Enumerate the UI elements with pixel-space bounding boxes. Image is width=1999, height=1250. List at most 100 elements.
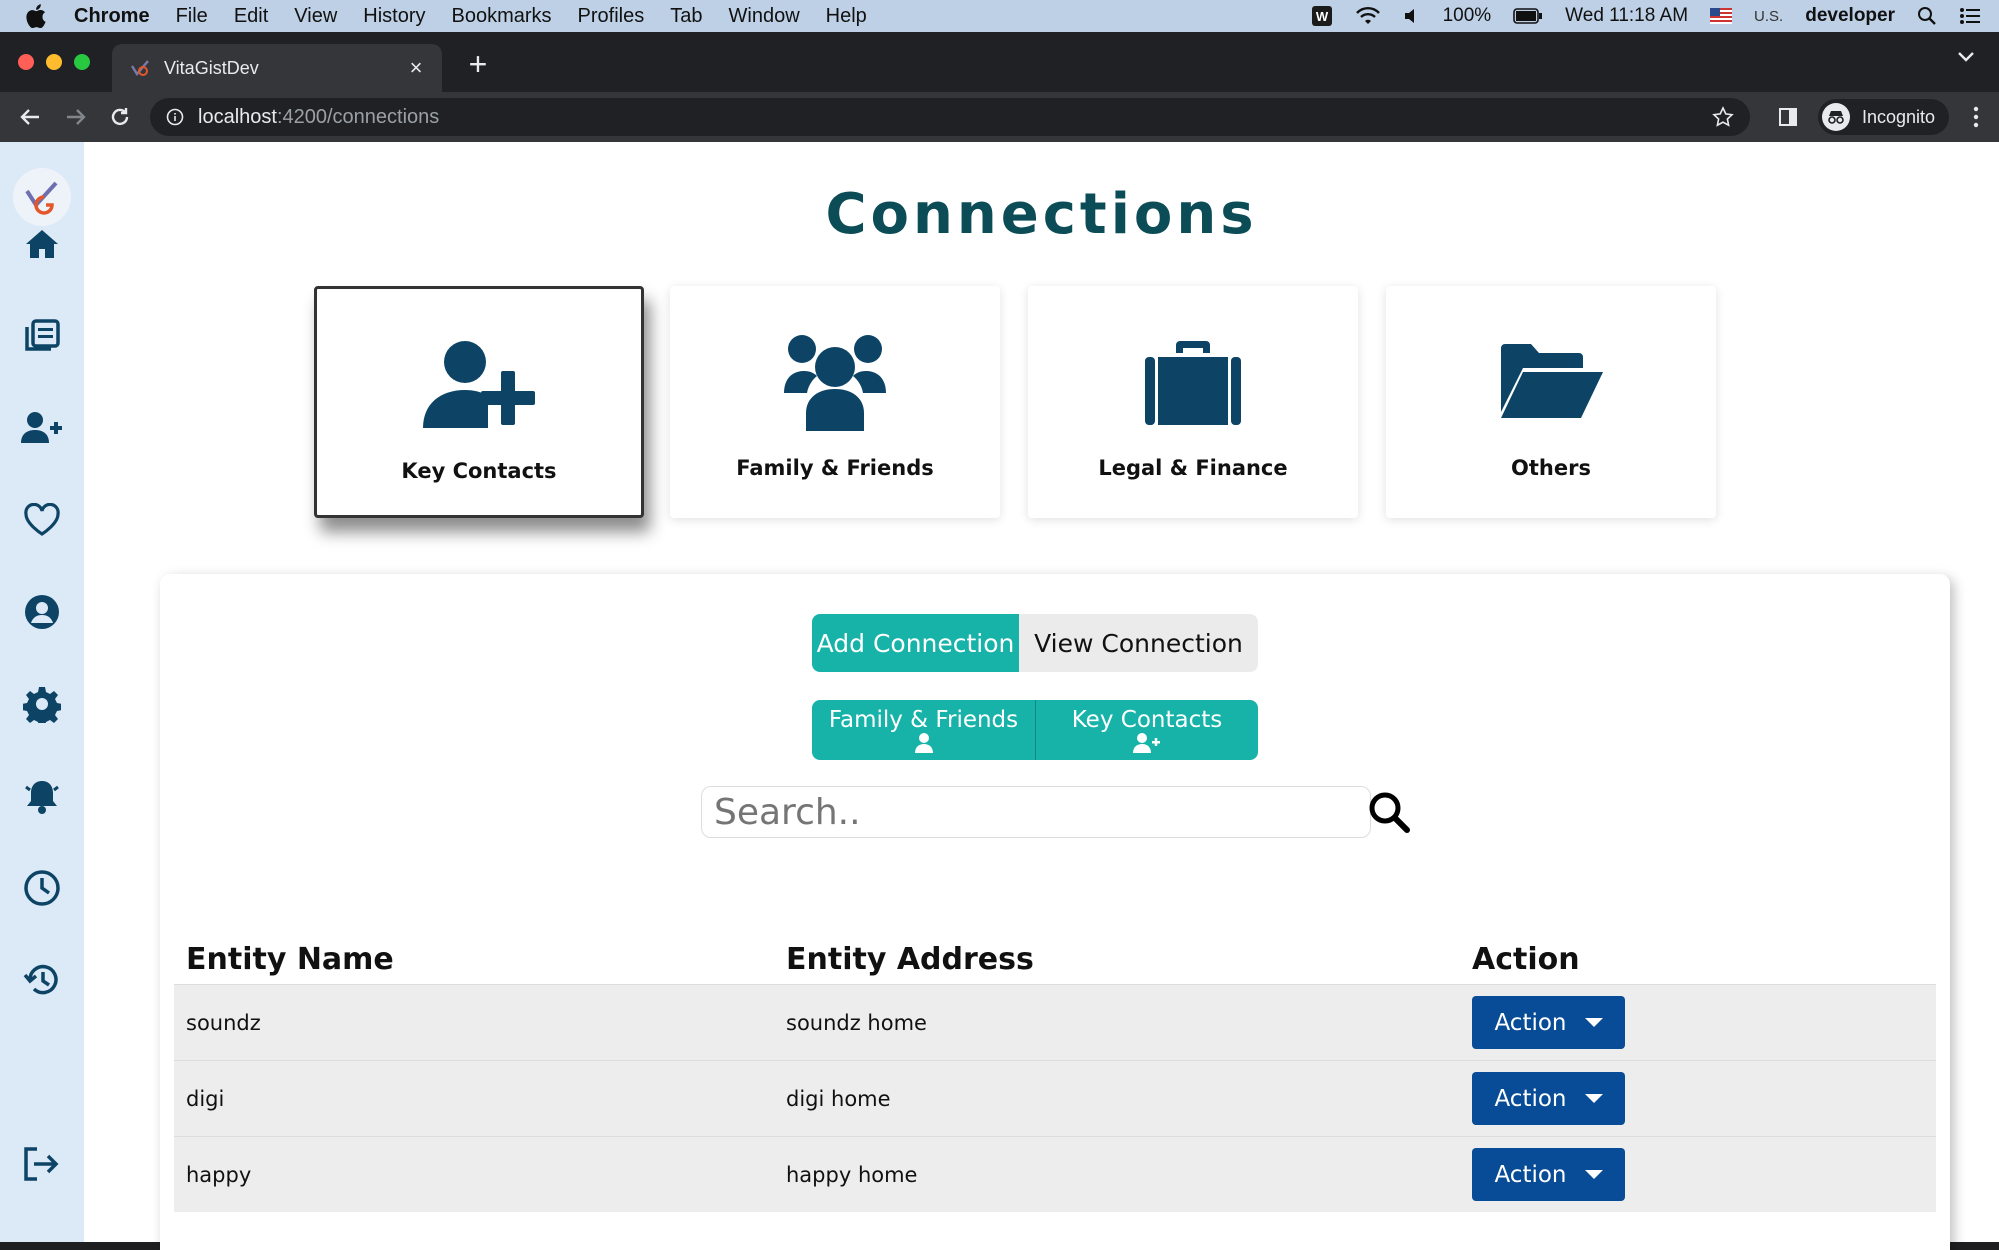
category-card-key-contacts[interactable]: Key Contacts	[314, 286, 644, 518]
category-card-legal-finance[interactable]: Legal & Finance	[1028, 286, 1358, 518]
apple-icon[interactable]	[26, 4, 56, 28]
action-label: Action	[1494, 1009, 1567, 1036]
logout-icon[interactable]	[20, 1142, 64, 1186]
window-close-button[interactable]	[18, 54, 34, 70]
user-circle-icon[interactable]	[20, 590, 64, 634]
caret-down-icon	[1584, 1094, 1603, 1103]
action-dropdown-button[interactable]: Action	[1472, 1072, 1625, 1125]
menu-window[interactable]: Window	[729, 5, 800, 28]
home-icon[interactable]	[20, 222, 64, 266]
bell-icon[interactable]	[20, 774, 64, 818]
incognito-icon	[1821, 103, 1850, 131]
header-action: Action	[1472, 941, 1580, 977]
battery-percent: 100%	[1442, 5, 1492, 26]
menu-view[interactable]: View	[294, 5, 337, 28]
entity-name-cell: happy	[186, 1162, 252, 1187]
action-cell: Action	[1460, 1148, 1936, 1201]
browser-tab[interactable]: VitaGistDev ×	[112, 44, 442, 92]
category-label: Legal & Finance	[1098, 456, 1288, 480]
flag-icon[interactable]	[1710, 8, 1733, 24]
volume-icon[interactable]	[1403, 7, 1421, 25]
forward-button[interactable]	[62, 103, 90, 131]
table-row: soundz soundz home Action	[174, 984, 1936, 1060]
history-icon[interactable]	[20, 958, 64, 1002]
clock-text[interactable]: Wed 11:18 AM	[1565, 5, 1688, 27]
tab-close-icon[interactable]: ×	[404, 55, 428, 80]
battery-icon[interactable]	[1513, 8, 1543, 24]
family-friends-button[interactable]: Family & Friends	[812, 700, 1035, 760]
favicon-icon	[130, 58, 150, 78]
action-dropdown-button[interactable]: Action	[1472, 996, 1625, 1049]
caret-down-icon	[1584, 1170, 1603, 1179]
category-label: Family & Friends	[736, 456, 934, 480]
add-connection-button[interactable]: Add Connection	[812, 614, 1019, 672]
window-minimize-button[interactable]	[46, 54, 62, 70]
gear-icon[interactable]	[20, 682, 64, 726]
search-input[interactable]	[701, 786, 1371, 838]
tab-search-chevron-icon[interactable]	[1957, 50, 1975, 68]
menu-edit[interactable]: Edit	[234, 5, 268, 28]
type-toggle: Family & Friends Key Contacts	[812, 700, 1258, 760]
menu-history[interactable]: History	[363, 5, 425, 28]
connections-panel: Add Connection View Connection Family & …	[160, 574, 1950, 1250]
menu-app-name[interactable]: Chrome	[74, 5, 150, 28]
url-host: localhost	[198, 105, 277, 128]
header-entity-address: Entity Address	[786, 941, 1034, 977]
entity-address-cell: happy home	[786, 1162, 918, 1187]
tab-title: VitaGistDev	[164, 57, 259, 78]
entity-address-cell: digi home	[786, 1086, 891, 1111]
bookmark-star-icon[interactable]	[1712, 106, 1734, 134]
users-icon	[782, 332, 888, 432]
menu-help[interactable]: Help	[826, 5, 867, 28]
user-plus-icon	[421, 335, 537, 435]
menu-bookmarks[interactable]: Bookmarks	[452, 5, 552, 28]
key-contacts-button[interactable]: Key Contacts	[1035, 700, 1258, 760]
menu-file[interactable]: File	[176, 5, 208, 28]
back-button[interactable]	[16, 103, 44, 131]
action-label: Action	[1494, 1085, 1567, 1112]
incognito-profile-button[interactable]: Incognito	[1817, 99, 1949, 135]
view-connection-button[interactable]: View Connection	[1019, 614, 1258, 672]
action-cell: Action	[1460, 1072, 1936, 1125]
spotlight-icon[interactable]	[1917, 6, 1937, 26]
library-icon[interactable]	[20, 314, 64, 358]
briefcase-icon	[1143, 332, 1243, 432]
search-icon[interactable]	[1367, 790, 1411, 834]
action-cell: Action	[1460, 996, 1936, 1049]
word-icon[interactable]: W	[1311, 5, 1333, 27]
user-name[interactable]: developer	[1805, 5, 1895, 27]
wifi-icon[interactable]	[1355, 6, 1381, 26]
menu-profiles[interactable]: Profiles	[578, 5, 645, 28]
vitagist-logo[interactable]	[13, 168, 71, 226]
page-title: Connections	[825, 182, 1258, 247]
site-info-icon[interactable]	[166, 108, 184, 126]
category-card-family-friends[interactable]: Family & Friends	[670, 286, 1000, 518]
category-label: Key Contacts	[401, 459, 557, 483]
entity-name-cell: digi	[186, 1086, 225, 1111]
macos-menubar: Chrome File Edit View History Bookmarks …	[0, 0, 1999, 32]
menu-tab[interactable]: Tab	[670, 5, 702, 28]
action-label: Action	[1494, 1161, 1567, 1188]
entity-address-cell: soundz home	[786, 1010, 927, 1035]
window-zoom-button[interactable]	[74, 54, 90, 70]
table-row: digi digi home Action	[174, 1060, 1936, 1136]
reload-button[interactable]	[106, 103, 134, 131]
new-tab-button[interactable]: +	[458, 44, 498, 84]
chrome-menu-icon[interactable]	[1973, 106, 1979, 128]
user-plus-icon	[1133, 733, 1161, 753]
caret-down-icon	[1584, 1018, 1603, 1027]
control-center-icon[interactable]	[1959, 7, 1981, 25]
entity-name-cell: soundz	[186, 1010, 261, 1035]
user-icon	[913, 733, 935, 753]
web-page: Connections Key Contacts Family & Friend…	[0, 142, 1999, 1250]
action-dropdown-button[interactable]: Action	[1472, 1148, 1625, 1201]
input-source[interactable]: U.S.	[1754, 8, 1783, 25]
side-panel-icon[interactable]	[1778, 107, 1798, 127]
svg-text:W: W	[1315, 9, 1328, 24]
add-user-icon[interactable]	[20, 406, 64, 450]
folder-open-icon	[1499, 332, 1603, 432]
heart-icon[interactable]	[20, 498, 64, 542]
clock-icon[interactable]	[20, 866, 64, 910]
category-card-others[interactable]: Others	[1386, 286, 1716, 518]
address-bar[interactable]: localhost:4200/connections	[150, 98, 1750, 136]
